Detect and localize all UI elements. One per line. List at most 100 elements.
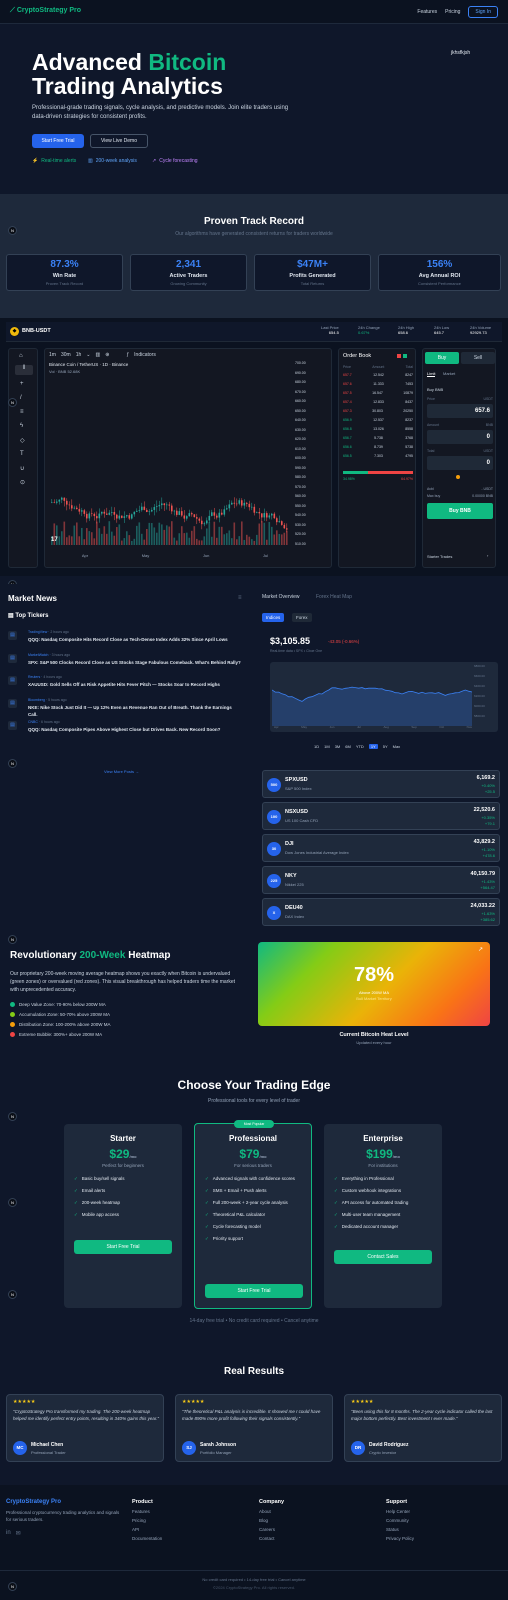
n-badge-icon[interactable]: N bbox=[8, 1582, 17, 1591]
price-input[interactable]: 657.6 bbox=[427, 404, 493, 418]
tab-market-overview[interactable]: Market Overview bbox=[262, 594, 300, 600]
menu-icon[interactable]: ≡ bbox=[238, 595, 242, 601]
range-option[interactable]: 5Y bbox=[383, 744, 388, 749]
view-more-posts-link[interactable]: View More Posts → bbox=[104, 769, 139, 774]
index-area-chart[interactable] bbox=[272, 666, 472, 726]
brush-icon[interactable]: ϟ bbox=[20, 423, 23, 429]
fib-icon[interactable]: ≡ bbox=[20, 409, 24, 415]
news-headline[interactable]: NKE: Nike Stock Just Did It — Up 12% Eve… bbox=[28, 704, 242, 718]
ask-row[interactable]: 657.5 16.547 10879 bbox=[343, 391, 413, 400]
twitter-icon[interactable]: ✉ bbox=[16, 1530, 21, 1537]
footer-link[interactable]: Documentation bbox=[132, 1536, 162, 1541]
sell-tab[interactable]: Sell bbox=[461, 352, 495, 364]
shape-icon[interactable]: ◇ bbox=[20, 437, 25, 444]
index-card[interactable]: 30 DJI Dow Jones Industrial Average Index 4… bbox=[262, 834, 500, 862]
footer-link[interactable]: API bbox=[132, 1527, 162, 1532]
n-badge-icon[interactable]: N bbox=[8, 759, 17, 768]
footer-link[interactable]: Contact bbox=[259, 1536, 284, 1541]
brand-logo[interactable]: ⟋ CryptoStrategy Pro bbox=[10, 7, 81, 15]
index-card[interactable]: X DEU40 DAX Index 24,033.22 +1.63% +385.62 bbox=[262, 898, 500, 926]
n-badge-icon[interactable]: N bbox=[8, 1112, 17, 1121]
sign-in-button[interactable]: Sign In bbox=[468, 6, 498, 18]
news-headline[interactable]: SPX: S&P 500 Clocks Record Close as US S… bbox=[28, 659, 242, 666]
bid-row[interactable]: 656.7 5.738 3768 bbox=[343, 436, 413, 445]
news-headline[interactable]: QQQ: Nasdaq Composite Pipes Above Highes… bbox=[28, 726, 242, 733]
footer-link[interactable]: Privacy Policy bbox=[386, 1536, 414, 1541]
candlestick-chart[interactable] bbox=[47, 375, 291, 545]
market-tab[interactable]: Market bbox=[443, 371, 455, 376]
bid-row[interactable]: 656.5 7.303 4795 bbox=[343, 454, 413, 463]
ask-row[interactable]: 657.3 30.803 20250 bbox=[343, 409, 413, 418]
buy-view-icon[interactable] bbox=[403, 354, 407, 358]
footer-link[interactable]: Blog bbox=[259, 1518, 284, 1523]
range-option[interactable]: 1D bbox=[314, 744, 319, 749]
footer-link[interactable]: Status bbox=[386, 1527, 414, 1532]
chevron-down-icon[interactable]: ⌄ bbox=[86, 352, 90, 358]
index-card[interactable]: 100 NSXUSD US 100 Cash CFD 22,520.6 +0.35% +7… bbox=[262, 802, 500, 830]
contact-sales-button[interactable]: Contact Sales bbox=[334, 1250, 432, 1264]
indicators-icon[interactable]: ƒ bbox=[126, 352, 129, 358]
start-free-trial-button[interactable]: Start Free Trial bbox=[32, 134, 84, 148]
line-tool-icon[interactable]: / bbox=[20, 395, 22, 401]
footer-link[interactable]: About bbox=[259, 1509, 284, 1514]
candle-type-icon[interactable]: ▥ bbox=[95, 352, 100, 358]
ask-row[interactable]: 657.4 12.833 8437 bbox=[343, 400, 413, 409]
footer-link[interactable]: Community bbox=[386, 1518, 414, 1523]
start-free-trial-button[interactable]: Start Free Trial bbox=[74, 1240, 172, 1254]
text-icon[interactable]: T bbox=[20, 451, 24, 457]
n-badge-icon[interactable]: N bbox=[8, 935, 17, 944]
tab-indices[interactable]: Indices bbox=[262, 613, 285, 622]
limit-tab[interactable]: Limit bbox=[427, 371, 436, 377]
interval-1m[interactable]: 1m bbox=[49, 352, 56, 358]
index-card[interactable]: 500 SPXUSD S&P 500 Index 6,169.2 +0.40% +25.5 bbox=[262, 770, 500, 798]
tab-forex-heatmap[interactable]: Forex Heat Map bbox=[316, 594, 352, 600]
range-option[interactable]: 6M bbox=[345, 744, 351, 749]
buy-bnb-button[interactable]: Buy BNB bbox=[427, 503, 493, 519]
ask-row[interactable]: 657.6 11.333 7453 bbox=[343, 382, 413, 391]
sell-view-icon[interactable] bbox=[397, 354, 401, 358]
chevron-right-icon[interactable]: › bbox=[487, 553, 488, 558]
nav-features-link[interactable]: Features bbox=[417, 9, 437, 15]
linkedin-icon[interactable]: in bbox=[6, 1530, 11, 1537]
tab-forex[interactable]: Forex bbox=[292, 613, 312, 622]
range-option[interactable]: YTD bbox=[356, 744, 364, 749]
index-card[interactable]: 225 NKY Nikkei 225 40,150.79 +1.43% +564.47 bbox=[262, 866, 500, 894]
amount-input[interactable]: 0 bbox=[427, 430, 493, 444]
news-headline[interactable]: QQQ: Nasdaq Composite Hits Record Close … bbox=[28, 636, 242, 643]
total-input[interactable]: 0 bbox=[427, 456, 493, 470]
footer-brand[interactable]: CryptoStrategy Pro bbox=[6, 1499, 61, 1505]
bid-row[interactable]: 656.9 12.537 8237 bbox=[343, 418, 413, 427]
crosshair-icon[interactable]: + bbox=[20, 381, 24, 387]
bid-row[interactable]: 656.8 13.026 8558 bbox=[343, 427, 413, 436]
compare-icon[interactable]: ⊕ bbox=[105, 352, 109, 358]
home-icon[interactable]: ⌂ bbox=[19, 353, 23, 359]
n-badge-icon[interactable]: N bbox=[8, 398, 17, 407]
indicators-button[interactable]: Indicators bbox=[134, 352, 156, 358]
pair-label[interactable]: BNB-USDT bbox=[22, 328, 51, 334]
ask-row[interactable]: 657.7 12.542 8247 bbox=[343, 373, 413, 382]
n-badge-icon[interactable]: N bbox=[8, 1290, 17, 1299]
slider-handle[interactable] bbox=[456, 475, 460, 479]
range-option[interactable]: 1Y bbox=[368, 744, 378, 749]
y-tick: 6600.00 bbox=[474, 674, 485, 678]
bid-row[interactable]: 656.6 8.739 5738 bbox=[343, 445, 413, 454]
footer-link[interactable]: Pricing bbox=[132, 1518, 162, 1523]
range-option[interactable]: 3M bbox=[335, 744, 341, 749]
nav-pricing-link[interactable]: Pricing bbox=[445, 9, 460, 15]
lock-icon[interactable]: ⊙ bbox=[20, 479, 25, 486]
buy-tab[interactable]: Buy bbox=[425, 352, 459, 364]
starter-trades-label[interactable]: Starter Trades bbox=[427, 554, 452, 559]
footer-link[interactable]: Help Center bbox=[386, 1509, 414, 1514]
candles-icon[interactable]: ‖ bbox=[15, 365, 33, 375]
magnet-icon[interactable]: ∪ bbox=[20, 465, 24, 472]
range-option[interactable]: 1M bbox=[324, 744, 330, 749]
range-option[interactable]: Max bbox=[393, 744, 401, 749]
n-badge-icon[interactable]: N bbox=[8, 1198, 17, 1207]
footer-link[interactable]: Careers bbox=[259, 1527, 284, 1532]
interval-30m[interactable]: 30m bbox=[61, 352, 71, 358]
footer-link[interactable]: Features bbox=[132, 1509, 162, 1514]
news-headline[interactable]: XAUUSD: Gold Sells Off as Risk Appetite … bbox=[28, 681, 242, 688]
interval-1h[interactable]: 1h bbox=[76, 352, 82, 358]
view-live-demo-button[interactable]: View Live Demo bbox=[90, 134, 148, 148]
start-free-trial-button[interactable]: Start Free Trial bbox=[205, 1284, 303, 1298]
